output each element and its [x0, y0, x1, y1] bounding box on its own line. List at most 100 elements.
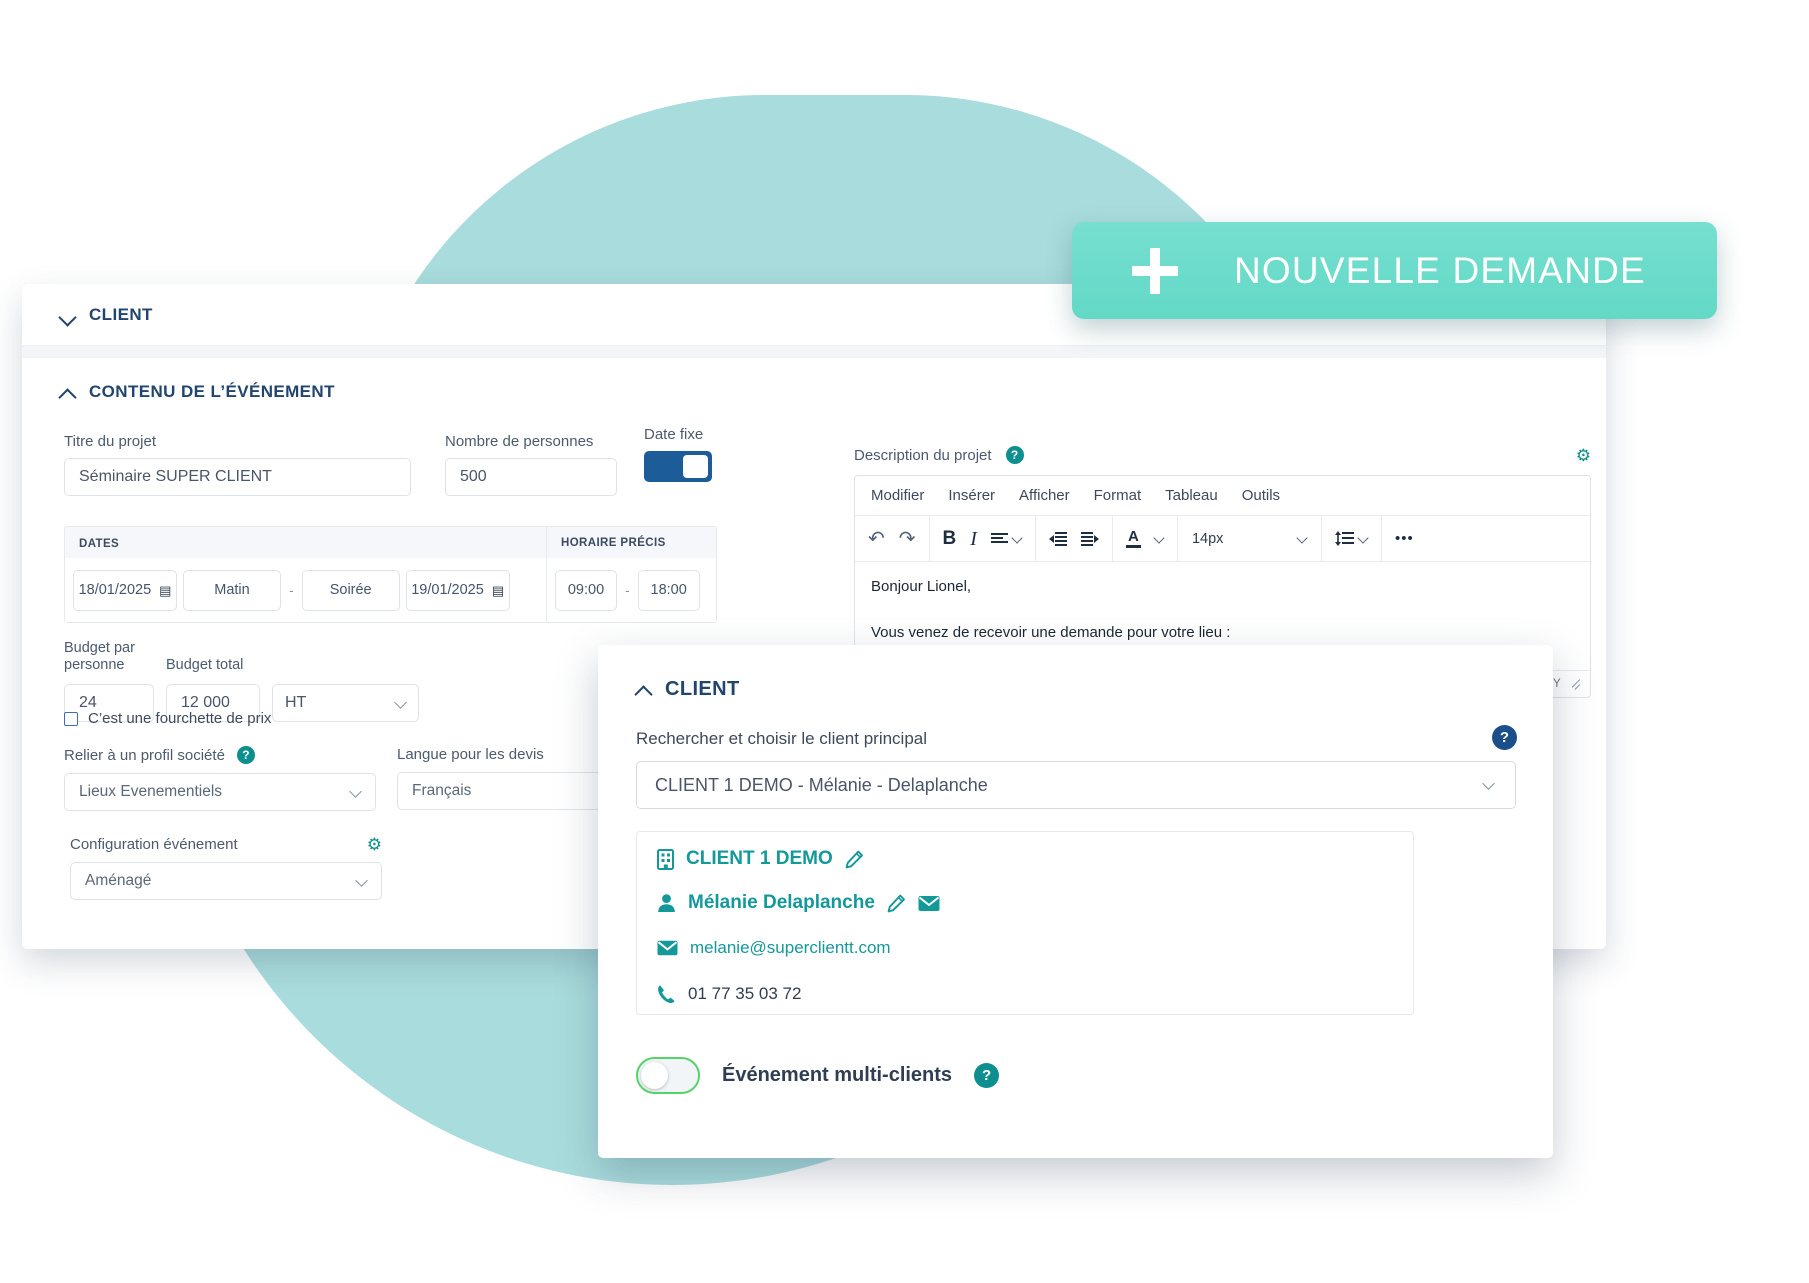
menu-item-inserer[interactable]: Insérer: [948, 487, 995, 504]
start-date-value: 18/01/2025: [78, 582, 152, 598]
client-email[interactable]: melanie@superclientt.com: [690, 938, 891, 958]
new-request-button[interactable]: NOUVELLE DEMANDE: [1072, 222, 1717, 319]
chevron-down-icon[interactable]: [1155, 534, 1164, 543]
people-count-label: Nombre de personnes: [445, 433, 594, 450]
client-company-name: CLIENT 1 DEMO: [686, 848, 833, 869]
quote-language-value: Français: [412, 782, 472, 799]
multi-client-toggle[interactable]: [636, 1057, 700, 1094]
chevron-down-icon: [1013, 534, 1022, 543]
bold-icon[interactable]: B: [943, 529, 957, 548]
menu-item-format[interactable]: Format: [1094, 487, 1142, 504]
indent-icon[interactable]: [1080, 531, 1099, 546]
phone-icon: [657, 984, 676, 1004]
price-range-checkbox[interactable]: [64, 711, 78, 726]
align-icon[interactable]: [990, 532, 1022, 546]
pencil-icon[interactable]: [845, 850, 864, 869]
screenshot-root: CLIENT CONTENU DE L’ÉVÉNEMENT Titre du p…: [0, 0, 1809, 1283]
editor-title: Description du projet: [854, 446, 992, 464]
project-title-input[interactable]: Séminaire SUPER CLIENT: [64, 458, 411, 496]
budget-total-label: Budget total: [166, 656, 244, 673]
dates-table-body: 18/01/2025 ▤ Matin - Soirée 19/01/2025 ▤…: [65, 558, 716, 622]
help-icon[interactable]: ?: [974, 1063, 1000, 1088]
chevron-down-icon: [1359, 534, 1368, 543]
client-company-row: CLIENT 1 DEMO: [657, 848, 864, 870]
editor-line-2: [871, 599, 1574, 622]
client-select[interactable]: CLIENT 1 DEMO - Mélanie - Delaplanche: [636, 761, 1516, 809]
calendar-icon: ▤: [159, 582, 172, 598]
horaire-column-header: HORAIRE PRÉCIS: [561, 536, 666, 549]
gear-icon[interactable]: ⚙: [1576, 447, 1591, 464]
redo-icon[interactable]: ↷: [899, 529, 916, 549]
editor-menubar: Modifier Insérer Afficher Format Tableau…: [855, 476, 1590, 516]
selected-client-card: CLIENT 1 DEMO Mélanie Delaplanche melani…: [636, 831, 1414, 1015]
start-date-input[interactable]: 18/01/2025 ▤: [73, 569, 177, 611]
section-divider: [22, 346, 1606, 358]
chevron-down-icon: [357, 876, 367, 886]
resize-handle-icon[interactable]: [1569, 679, 1580, 690]
menu-item-tableau[interactable]: Tableau: [1165, 487, 1218, 504]
font-size-select[interactable]: 14px: [1192, 531, 1307, 547]
envelope-icon[interactable]: [918, 895, 940, 912]
quote-language-label: Langue pour les devis: [397, 746, 544, 763]
chevron-down-icon: [351, 787, 361, 797]
start-time-input[interactable]: 09:00: [555, 569, 617, 611]
modal-subtitle: Rechercher et choisir le client principa…: [636, 729, 928, 748]
price-range-checkbox-row[interactable]: C’est une fourchette de prix: [64, 710, 271, 727]
client-email-row: melanie@superclientt.com: [657, 938, 891, 958]
modal-title: CLIENT: [665, 678, 740, 700]
project-title-label: Titre du projet: [64, 433, 156, 450]
event-configuration-value: Aménagé: [85, 872, 152, 889]
content-section-header[interactable]: CONTENU DE L’ÉVÉNEMENT: [60, 382, 335, 402]
gear-icon[interactable]: ⚙: [367, 836, 382, 853]
people-count-input[interactable]: 500: [445, 458, 617, 496]
chevron-down-icon: [1298, 534, 1307, 543]
building-icon: [657, 848, 674, 870]
client-phone: 01 77 35 03 72: [688, 984, 802, 1003]
chevron-up-icon: [636, 682, 651, 697]
more-options-icon[interactable]: •••: [1395, 531, 1414, 546]
client-section-title: CLIENT: [89, 305, 153, 324]
client-section-header[interactable]: CLIENT: [60, 305, 153, 325]
menu-item-outils[interactable]: Outils: [1242, 487, 1280, 504]
fixed-date-field: Date fixe: [644, 426, 754, 482]
fixed-date-toggle[interactable]: [644, 451, 712, 482]
editor-line-1: Bonjour Lionel,: [871, 578, 972, 595]
start-moment-select[interactable]: Matin: [183, 569, 281, 611]
company-profile-label: Relier à un profil société: [64, 746, 225, 764]
menu-item-modifier[interactable]: Modifier: [871, 487, 924, 504]
end-moment-select[interactable]: Soirée: [301, 569, 400, 611]
tax-mode-field: HT: [272, 638, 419, 722]
font-size-value: 14px: [1191, 530, 1224, 547]
editor-toolbar: ↶ ↷ B I A 14px •••: [855, 516, 1590, 562]
client-phone-row: 01 77 35 03 72: [657, 984, 801, 1004]
pencil-icon[interactable]: [887, 894, 906, 913]
new-request-label: NOUVELLE DEMANDE: [1234, 249, 1646, 291]
dates-separator: -: [289, 582, 294, 598]
line-height-icon[interactable]: [1334, 531, 1368, 546]
help-icon[interactable]: ?: [236, 746, 255, 764]
undo-icon[interactable]: ↶: [868, 529, 885, 549]
client-contact-row: Mélanie Delaplanche: [657, 892, 940, 914]
toggle-knob: [683, 455, 708, 478]
budget-per-person-label-line2: personne: [64, 656, 125, 673]
user-icon: [657, 893, 676, 913]
help-icon[interactable]: ?: [1492, 725, 1517, 750]
toggle-knob: [641, 1062, 668, 1089]
end-date-input[interactable]: 19/01/2025 ▤: [405, 569, 510, 611]
tax-mode-select[interactable]: HT: [272, 684, 419, 722]
end-time-input[interactable]: 18:00: [637, 569, 700, 611]
multi-client-row: Événement multi-clients ?: [636, 1057, 1000, 1094]
italic-icon[interactable]: I: [970, 529, 977, 549]
modal-section-header[interactable]: CLIENT: [636, 678, 740, 701]
time-separator: -: [625, 582, 630, 598]
dates-table: DATES HORAIRE PRÉCIS 18/01/2025 ▤ Matin …: [64, 526, 717, 623]
help-icon[interactable]: ?: [1005, 446, 1024, 464]
client-contact-name: Mélanie Delaplanche: [688, 892, 875, 913]
event-configuration-select[interactable]: Aménagé: [70, 862, 382, 900]
event-configuration-field: Configuration événement ⚙ Aménagé: [70, 836, 382, 900]
outdent-icon[interactable]: [1048, 531, 1067, 546]
text-color-icon[interactable]: A: [1125, 529, 1141, 548]
company-profile-select[interactable]: Lieux Evenementiels: [64, 773, 376, 811]
calendar-icon: ▤: [491, 582, 505, 598]
menu-item-afficher[interactable]: Afficher: [1019, 487, 1070, 504]
